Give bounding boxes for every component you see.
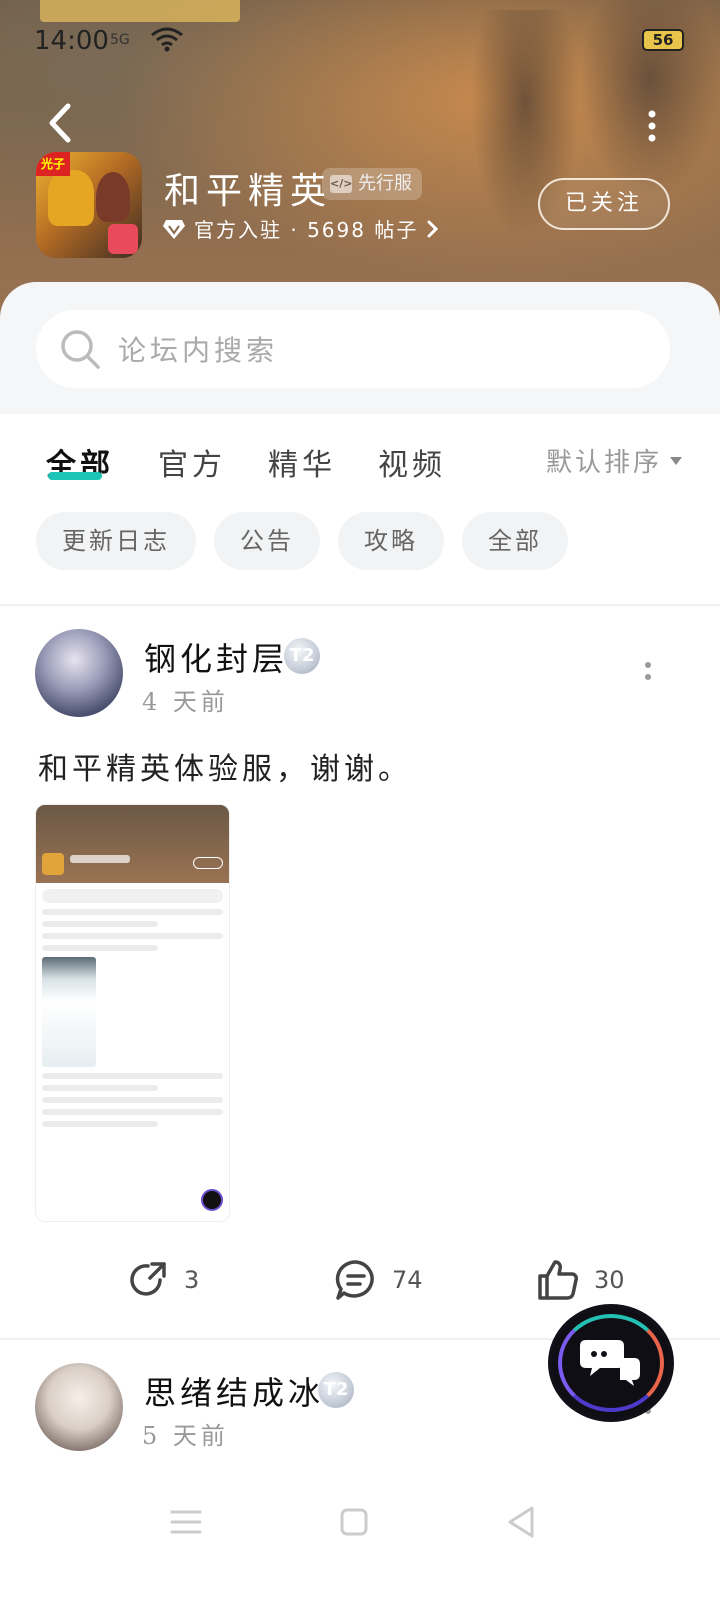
share-count: 3	[184, 1266, 200, 1294]
category-chips: 更新日志 公告 攻略 全部	[36, 512, 568, 570]
banner-logo	[40, 0, 240, 22]
like-count: 30	[594, 1266, 625, 1294]
back-nav-icon[interactable]	[502, 1502, 542, 1542]
chip-all[interactable]: 全部	[462, 512, 568, 570]
app-icon-tag: 光子	[36, 152, 70, 176]
server-badge-label: 先行服	[358, 173, 412, 194]
post-username[interactable]: 钢化封层	[144, 634, 288, 680]
status-bar: 14:00 5G 56	[0, 24, 720, 58]
post-body[interactable]: 和平精英体验服，谢谢。	[38, 744, 412, 788]
post-more-icon[interactable]	[643, 662, 653, 686]
more-options-button[interactable]	[640, 108, 664, 144]
search-section: 论坛内搜索	[0, 282, 720, 414]
active-tab-indicator	[48, 472, 102, 480]
tab-video[interactable]: 视频	[378, 440, 446, 484]
diamond-icon	[163, 219, 185, 239]
caret-down-icon	[670, 456, 683, 465]
post-username[interactable]: 思绪结成冰	[144, 1368, 324, 1414]
forum-app-icon: 光子	[36, 152, 142, 258]
forum-meta[interactable]: 官方入驻 · 5698 帖子	[162, 214, 440, 243]
system-nav-bar	[0, 1480, 720, 1600]
level-badge: T2	[318, 1372, 354, 1408]
post-time: 5 天前	[142, 1422, 229, 1450]
avatar[interactable]	[35, 1363, 123, 1451]
code-icon: </>	[330, 175, 352, 193]
server-badge: </> 先行服	[322, 168, 422, 200]
chip-guide[interactable]: 攻略	[338, 512, 444, 570]
sort-label: 默认排序	[546, 448, 663, 478]
search-placeholder: 论坛内搜索	[118, 334, 279, 367]
search-icon	[61, 330, 100, 369]
comment-button[interactable]: 74	[334, 1258, 423, 1302]
back-button[interactable]	[40, 100, 80, 146]
share-button[interactable]: 3	[126, 1258, 199, 1302]
follow-button[interactable]: 已关注	[538, 178, 670, 230]
menu-icon[interactable]	[166, 1502, 206, 1542]
post-time: 4 天前	[142, 688, 229, 716]
like-button[interactable]: 30	[536, 1258, 625, 1302]
comment-count: 74	[392, 1266, 423, 1294]
section-divider	[0, 604, 720, 606]
post-image[interactable]	[35, 804, 230, 1222]
comment-icon	[335, 1260, 374, 1300]
forum-header-banner: 14:00 5G 56 光子 和平精英 </> 先行服 官方入驻 · 5698 …	[0, 0, 720, 330]
status-time: 14:00	[34, 26, 109, 56]
chip-announcement[interactable]: 公告	[214, 512, 320, 570]
forum-tabs: 全部 官方 精华 视频 默认排序	[0, 414, 720, 500]
battery-indicator: 56	[642, 29, 684, 51]
level-badge: T2	[284, 638, 320, 674]
avatar[interactable]	[35, 629, 123, 717]
tab-official[interactable]: 官方	[158, 440, 226, 484]
chat-icon	[580, 1340, 640, 1386]
share-icon	[130, 1262, 166, 1296]
tab-featured[interactable]: 精华	[268, 440, 336, 484]
sort-dropdown[interactable]: 默认排序	[546, 442, 683, 479]
chat-fab-button[interactable]	[552, 1308, 670, 1418]
search-input[interactable]: 论坛内搜索	[36, 310, 670, 388]
forum-title: 和平精英	[164, 171, 333, 212]
home-icon[interactable]	[334, 1502, 374, 1542]
post-actions: 3 74 30	[0, 1250, 720, 1310]
signal-indicator: 5G	[110, 32, 130, 48]
thumbs-up-icon	[538, 1260, 578, 1300]
forum-meta-text: 官方入驻 · 5698 帖子	[194, 218, 419, 242]
wifi-icon	[151, 27, 183, 52]
chip-update-log[interactable]: 更新日志	[36, 512, 196, 570]
chevron-right-icon	[427, 220, 439, 237]
gift-icon	[108, 224, 138, 254]
